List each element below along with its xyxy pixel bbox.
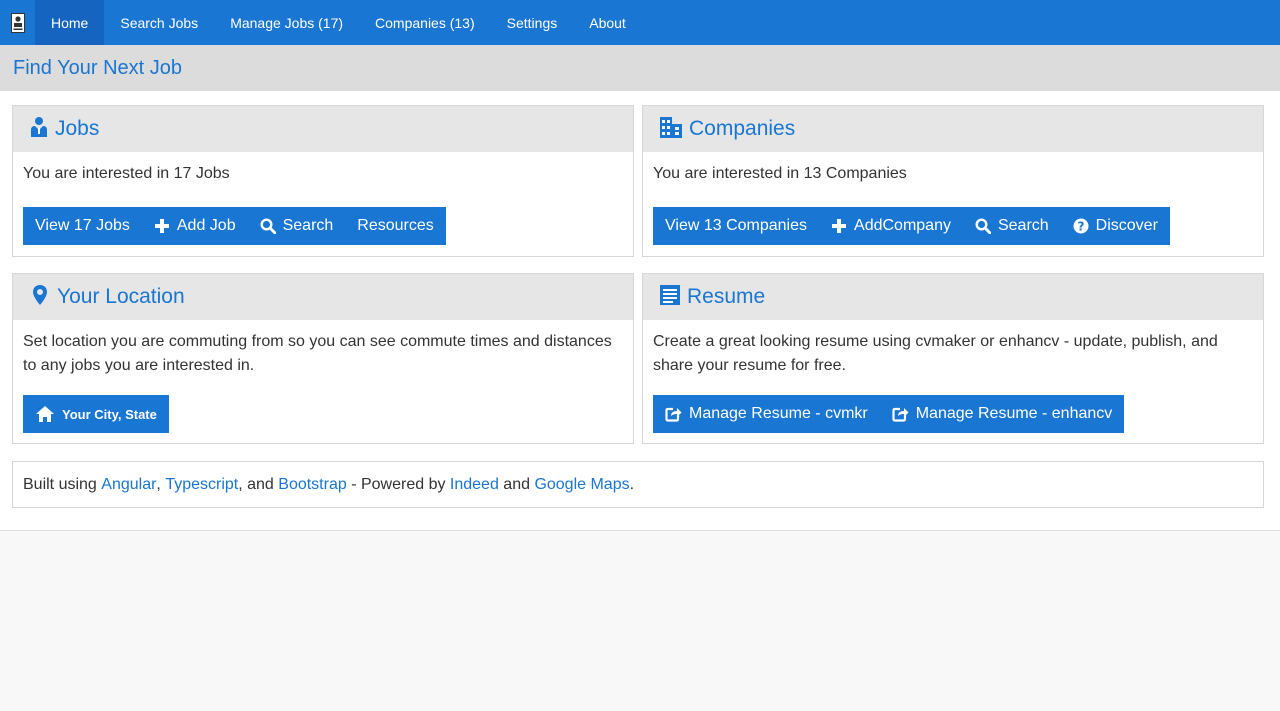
manage-resume-cvmkr-button[interactable]: Manage Resume - cvmkr (653, 395, 880, 433)
nav-about[interactable]: About (573, 0, 642, 45)
footer-prefix: Built using (23, 475, 102, 493)
nav-home[interactable]: Home (35, 0, 105, 45)
jobs-card-header: Jobs (13, 106, 633, 152)
document-icon (659, 284, 681, 311)
add-job-label: Add Job (176, 217, 236, 234)
typescript-link[interactable]: Typescript (165, 476, 238, 494)
building-icon (659, 116, 683, 143)
footer-end: . (629, 475, 635, 493)
resume-card-text: Create a great looking resume using cvma… (653, 333, 1218, 374)
manage-resume-cvmkr-label: Manage Resume - cvmkr (689, 405, 868, 422)
location-card-header: Your Location (13, 274, 633, 320)
jobs-card: Jobs You are interested in 17 Jobs View … (12, 105, 634, 257)
resume-card-header: Resume (643, 274, 1263, 320)
main-content: Jobs You are interested in 17 Jobs View … (0, 91, 1280, 531)
add-company-button[interactable]: AddCompany (819, 207, 963, 245)
google-maps-link[interactable]: Google Maps (534, 476, 629, 494)
location-button-group: Your City, State (23, 395, 169, 433)
jobs-card-title: Jobs (55, 117, 100, 140)
view-companies-button[interactable]: View 13 Companies (653, 207, 819, 245)
plus-icon (831, 218, 847, 234)
footer-and: and (498, 475, 535, 493)
search-icon (975, 218, 991, 234)
resume-card: Resume Create a great looking resume usi… (642, 273, 1264, 444)
resources-button[interactable]: Resources (345, 207, 445, 245)
page-title: Find Your Next Job (13, 57, 182, 79)
nav-search-jobs[interactable]: Search Jobs (104, 0, 214, 45)
nav-settings[interactable]: Settings (491, 0, 574, 45)
your-city-button[interactable]: Your City, State (23, 395, 169, 433)
search-companies-label: Search (997, 217, 1049, 234)
view-jobs-button[interactable]: View 17 Jobs (23, 207, 142, 245)
location-card-title: Your Location (57, 285, 185, 308)
add-company-label: AddCompany (854, 217, 951, 234)
footer-sep2: , and (238, 475, 279, 493)
external-link-icon (665, 406, 682, 422)
map-marker-icon (29, 284, 51, 311)
plus-icon (154, 218, 170, 234)
search-jobs-button[interactable]: Search (248, 207, 346, 245)
svg-text:?: ? (1077, 220, 1084, 234)
resume-card-title: Resume (687, 285, 766, 308)
nav-manage-jobs[interactable]: Manage Jobs (17) (214, 0, 359, 45)
footer-powered: - Powered by (346, 475, 450, 493)
add-job-button[interactable]: Add Job (142, 207, 248, 245)
nav-companies[interactable]: Companies (13) (359, 0, 491, 45)
angular-link[interactable]: Angular (101, 476, 156, 494)
resources-label: Resources (357, 217, 434, 234)
jobs-button-group: View 17 Jobs Add Job Search Resources (23, 207, 446, 245)
resume-button-group: Manage Resume - cvmkr Manage Resume - en… (653, 395, 1125, 433)
search-companies-button[interactable]: Search (963, 207, 1061, 245)
companies-card-text: You are interested in 13 Companies (653, 165, 907, 182)
companies-button-group: View 13 Companies AddCompany Search ? Di… (653, 207, 1170, 245)
discover-label: Discover (1095, 217, 1158, 234)
navbar: Home Search Jobs Manage Jobs (17) Compan… (0, 0, 1280, 45)
jobs-card-text: You are interested in 17 Jobs (23, 165, 230, 182)
view-jobs-label: View 17 Jobs (35, 217, 130, 234)
companies-card-header: Companies (643, 106, 1263, 152)
location-card-text: Set location you are commuting from so y… (23, 333, 612, 374)
footer-sep1: , (156, 475, 166, 493)
external-link-icon (892, 406, 909, 422)
location-card: Your Location Set location you are commu… (12, 273, 634, 444)
manage-resume-enhancv-button[interactable]: Manage Resume - enhancv (880, 395, 1125, 433)
discover-button[interactable]: ? Discover (1061, 207, 1170, 245)
companies-card: Companies You are interested in 13 Compa… (642, 105, 1264, 257)
question-circle-icon: ? (1073, 218, 1089, 234)
app-logo-icon[interactable] (0, 0, 35, 45)
indeed-link[interactable]: Indeed (450, 476, 499, 494)
home-icon (35, 405, 55, 423)
companies-card-title: Companies (689, 117, 796, 140)
footer-credits: Built using Angular, Typescript, and Boo… (12, 461, 1264, 508)
search-jobs-label: Search (282, 217, 334, 234)
your-city-label: Your City, State (62, 406, 157, 422)
page-header: Find Your Next Job (0, 45, 1280, 91)
bootstrap-link[interactable]: Bootstrap (278, 476, 346, 494)
view-companies-label: View 13 Companies (665, 217, 808, 234)
worker-icon (29, 116, 49, 143)
manage-resume-enhancv-label: Manage Resume - enhancv (915, 405, 1113, 422)
search-icon (260, 218, 276, 234)
